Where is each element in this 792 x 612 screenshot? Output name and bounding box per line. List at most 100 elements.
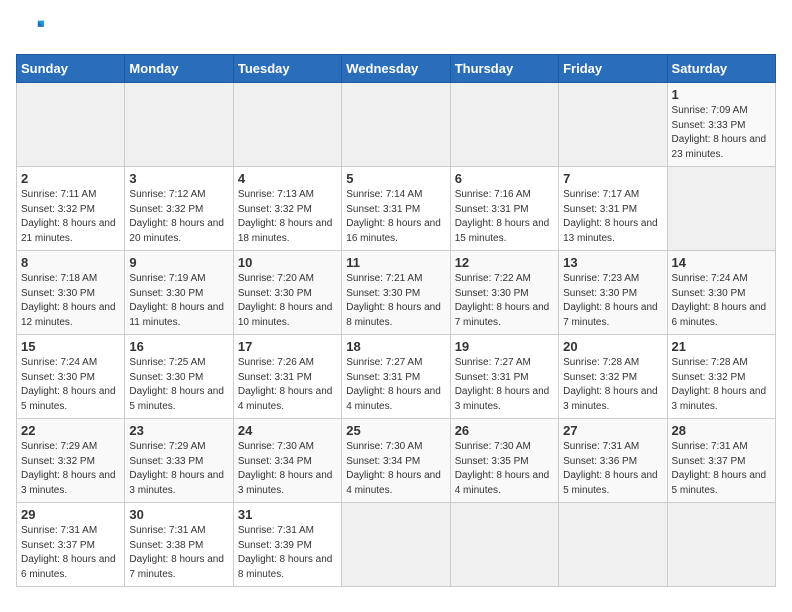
day-info: Sunrise: 7:14 AM Sunset: 3:31 PM Dayligh…: [346, 188, 445, 246]
day-number: 4: [238, 171, 337, 186]
day-number: 24: [238, 423, 337, 438]
day-info: Sunrise: 7:24 AM Sunset: 3:30 PM Dayligh…: [21, 356, 120, 414]
day-info: Sunrise: 7:29 AM Sunset: 3:32 PM Dayligh…: [21, 440, 120, 498]
day-number: 12: [455, 255, 554, 270]
calendar-week-row: 22Sunrise: 7:29 AM Sunset: 3:32 PM Dayli…: [17, 419, 776, 503]
calendar-day-cell: 21Sunrise: 7:28 AM Sunset: 3:32 PM Dayli…: [667, 335, 775, 419]
day-number: 9: [129, 255, 228, 270]
calendar-day-cell: [667, 503, 775, 587]
logo-icon: [16, 16, 44, 44]
calendar-day-cell: 15Sunrise: 7:24 AM Sunset: 3:30 PM Dayli…: [17, 335, 125, 419]
day-number: 1: [672, 87, 771, 102]
calendar-day-cell: 22Sunrise: 7:29 AM Sunset: 3:32 PM Dayli…: [17, 419, 125, 503]
day-number: 28: [672, 423, 771, 438]
day-number: 19: [455, 339, 554, 354]
day-info: Sunrise: 7:16 AM Sunset: 3:31 PM Dayligh…: [455, 188, 554, 246]
calendar-day-cell: 25 Sunrise: 7:30 AM Sunset: 3:34 PM Dayli…: [342, 419, 450, 503]
calendar-day-cell: 27 Sunrise: 7:31 AM Sunset: 3:36 PM Dayli…: [559, 419, 667, 503]
calendar-day-cell: 28 Sunrise: 7:31 AM Sunset: 3:37 PM Dayli…: [667, 419, 775, 503]
calendar-day-cell: 12 Sunrise: 7:22 AM Sunset: 3:30 PM Dayli…: [450, 251, 558, 335]
calendar-day-cell: [559, 503, 667, 587]
day-info: Sunrise: 7:30 AM Sunset: 3:34 PM Dayligh…: [346, 440, 445, 498]
day-info: Sunrise: 7:11 AM Sunset: 3:32 PM Dayligh…: [21, 188, 120, 246]
day-info: Sunrise: 7:22 AM Sunset: 3:30 PM Dayligh…: [455, 272, 554, 330]
day-number: 6: [455, 171, 554, 186]
calendar-day-cell: [667, 167, 775, 251]
calendar-day-cell: 31Sunrise: 7:31 AM Sunset: 3:39 PM Dayli…: [233, 503, 341, 587]
day-info: Sunrise: 7:20 AM Sunset: 3:30 PM Dayligh…: [238, 272, 337, 330]
calendar-day-cell: 16Sunrise: 7:25 AM Sunset: 3:30 PM Dayli…: [125, 335, 233, 419]
column-header-monday: Monday: [125, 55, 233, 83]
calendar-day-cell: 26 Sunrise: 7:30 AM Sunset: 3:35 PM Dayli…: [450, 419, 558, 503]
day-number: 16: [129, 339, 228, 354]
calendar-day-cell: 8 Sunrise: 7:18 AM Sunset: 3:30 PM Daylig…: [17, 251, 125, 335]
calendar-day-cell: 18Sunrise: 7:27 AM Sunset: 3:31 PM Dayli…: [342, 335, 450, 419]
day-info: Sunrise: 7:30 AM Sunset: 3:34 PM Dayligh…: [238, 440, 337, 498]
day-info: Sunrise: 7:31 AM Sunset: 3:39 PM Dayligh…: [238, 524, 337, 582]
calendar-day-cell: [125, 83, 233, 167]
calendar-day-cell: 10Sunrise: 7:20 AM Sunset: 3:30 PM Dayli…: [233, 251, 341, 335]
day-info: Sunrise: 7:26 AM Sunset: 3:31 PM Dayligh…: [238, 356, 337, 414]
day-number: 20: [563, 339, 662, 354]
column-header-tuesday: Tuesday: [233, 55, 341, 83]
column-header-wednesday: Wednesday: [342, 55, 450, 83]
calendar-day-cell: 17 Sunrise: 7:26 AM Sunset: 3:31 PM Dayli…: [233, 335, 341, 419]
calendar-day-cell: 2 Sunrise: 7:11 AM Sunset: 3:32 PM Daylig…: [17, 167, 125, 251]
day-info: Sunrise: 7:31 AM Sunset: 3:38 PM Dayligh…: [129, 524, 228, 582]
day-number: 18: [346, 339, 445, 354]
day-info: Sunrise: 7:13 AM Sunset: 3:32 PM Dayligh…: [238, 188, 337, 246]
day-number: 25: [346, 423, 445, 438]
day-info: Sunrise: 7:27 AM Sunset: 3:31 PM Dayligh…: [455, 356, 554, 414]
day-info: Sunrise: 7:18 AM Sunset: 3:30 PM Dayligh…: [21, 272, 120, 330]
calendar-day-cell: [233, 83, 341, 167]
day-info: Sunrise: 7:28 AM Sunset: 3:32 PM Dayligh…: [563, 356, 662, 414]
day-info: Sunrise: 7:31 AM Sunset: 3:37 PM Dayligh…: [672, 440, 771, 498]
calendar-week-row: 8 Sunrise: 7:18 AM Sunset: 3:30 PM Daylig…: [17, 251, 776, 335]
calendar-day-cell: [450, 83, 558, 167]
calendar-day-cell: 5 Sunrise: 7:14 AM Sunset: 3:31 PM Daylig…: [342, 167, 450, 251]
day-info: Sunrise: 7:12 AM Sunset: 3:32 PM Dayligh…: [129, 188, 228, 246]
calendar-table: SundayMondayTuesdayWednesdayThursdayFrid…: [16, 54, 776, 587]
calendar-day-cell: [559, 83, 667, 167]
calendar-day-cell: 20 Sunrise: 7:28 AM Sunset: 3:32 PM Dayli…: [559, 335, 667, 419]
day-number: 30: [129, 507, 228, 522]
day-number: 2: [21, 171, 120, 186]
day-number: 8: [21, 255, 120, 270]
column-header-saturday: Saturday: [667, 55, 775, 83]
calendar-day-cell: 29Sunrise: 7:31 AM Sunset: 3:37 PM Dayli…: [17, 503, 125, 587]
day-number: 7: [563, 171, 662, 186]
day-number: 27: [563, 423, 662, 438]
day-number: 26: [455, 423, 554, 438]
calendar-day-cell: 30 Sunrise: 7:31 AM Sunset: 3:38 PM Dayli…: [125, 503, 233, 587]
calendar-day-cell: 9 Sunrise: 7:19 AM Sunset: 3:30 PM Daylig…: [125, 251, 233, 335]
calendar-header-row: SundayMondayTuesdayWednesdayThursdayFrid…: [17, 55, 776, 83]
calendar-day-cell: [450, 503, 558, 587]
page-header: [16, 16, 776, 44]
column-header-friday: Friday: [559, 55, 667, 83]
column-header-thursday: Thursday: [450, 55, 558, 83]
calendar-day-cell: 11Sunrise: 7:21 AM Sunset: 3:30 PM Dayli…: [342, 251, 450, 335]
day-number: 17: [238, 339, 337, 354]
calendar-week-row: 29Sunrise: 7:31 AM Sunset: 3:37 PM Dayli…: [17, 503, 776, 587]
day-number: 14: [672, 255, 771, 270]
day-info: Sunrise: 7:31 AM Sunset: 3:37 PM Dayligh…: [21, 524, 120, 582]
calendar-day-cell: 24 Sunrise: 7:30 AM Sunset: 3:34 PM Dayli…: [233, 419, 341, 503]
calendar-day-cell: 23Sunrise: 7:29 AM Sunset: 3:33 PM Dayli…: [125, 419, 233, 503]
calendar-week-row: 2 Sunrise: 7:11 AM Sunset: 3:32 PM Daylig…: [17, 167, 776, 251]
calendar-day-cell: [342, 83, 450, 167]
logo: [16, 16, 48, 44]
calendar-day-cell: 7Sunrise: 7:17 AM Sunset: 3:31 PM Daylig…: [559, 167, 667, 251]
calendar-day-cell: 19 Sunrise: 7:27 AM Sunset: 3:31 PM Dayli…: [450, 335, 558, 419]
day-number: 5: [346, 171, 445, 186]
calendar-week-row: 15Sunrise: 7:24 AM Sunset: 3:30 PM Dayli…: [17, 335, 776, 419]
column-header-sunday: Sunday: [17, 55, 125, 83]
day-info: Sunrise: 7:24 AM Sunset: 3:30 PM Dayligh…: [672, 272, 771, 330]
day-number: 3: [129, 171, 228, 186]
day-info: Sunrise: 7:19 AM Sunset: 3:30 PM Dayligh…: [129, 272, 228, 330]
day-number: 23: [129, 423, 228, 438]
day-info: Sunrise: 7:28 AM Sunset: 3:32 PM Dayligh…: [672, 356, 771, 414]
day-info: Sunrise: 7:09 AM Sunset: 3:33 PM Dayligh…: [672, 104, 771, 162]
day-info: Sunrise: 7:31 AM Sunset: 3:36 PM Dayligh…: [563, 440, 662, 498]
calendar-day-cell: 14 Sunrise: 7:24 AM Sunset: 3:30 PM Dayli…: [667, 251, 775, 335]
day-info: Sunrise: 7:30 AM Sunset: 3:35 PM Dayligh…: [455, 440, 554, 498]
